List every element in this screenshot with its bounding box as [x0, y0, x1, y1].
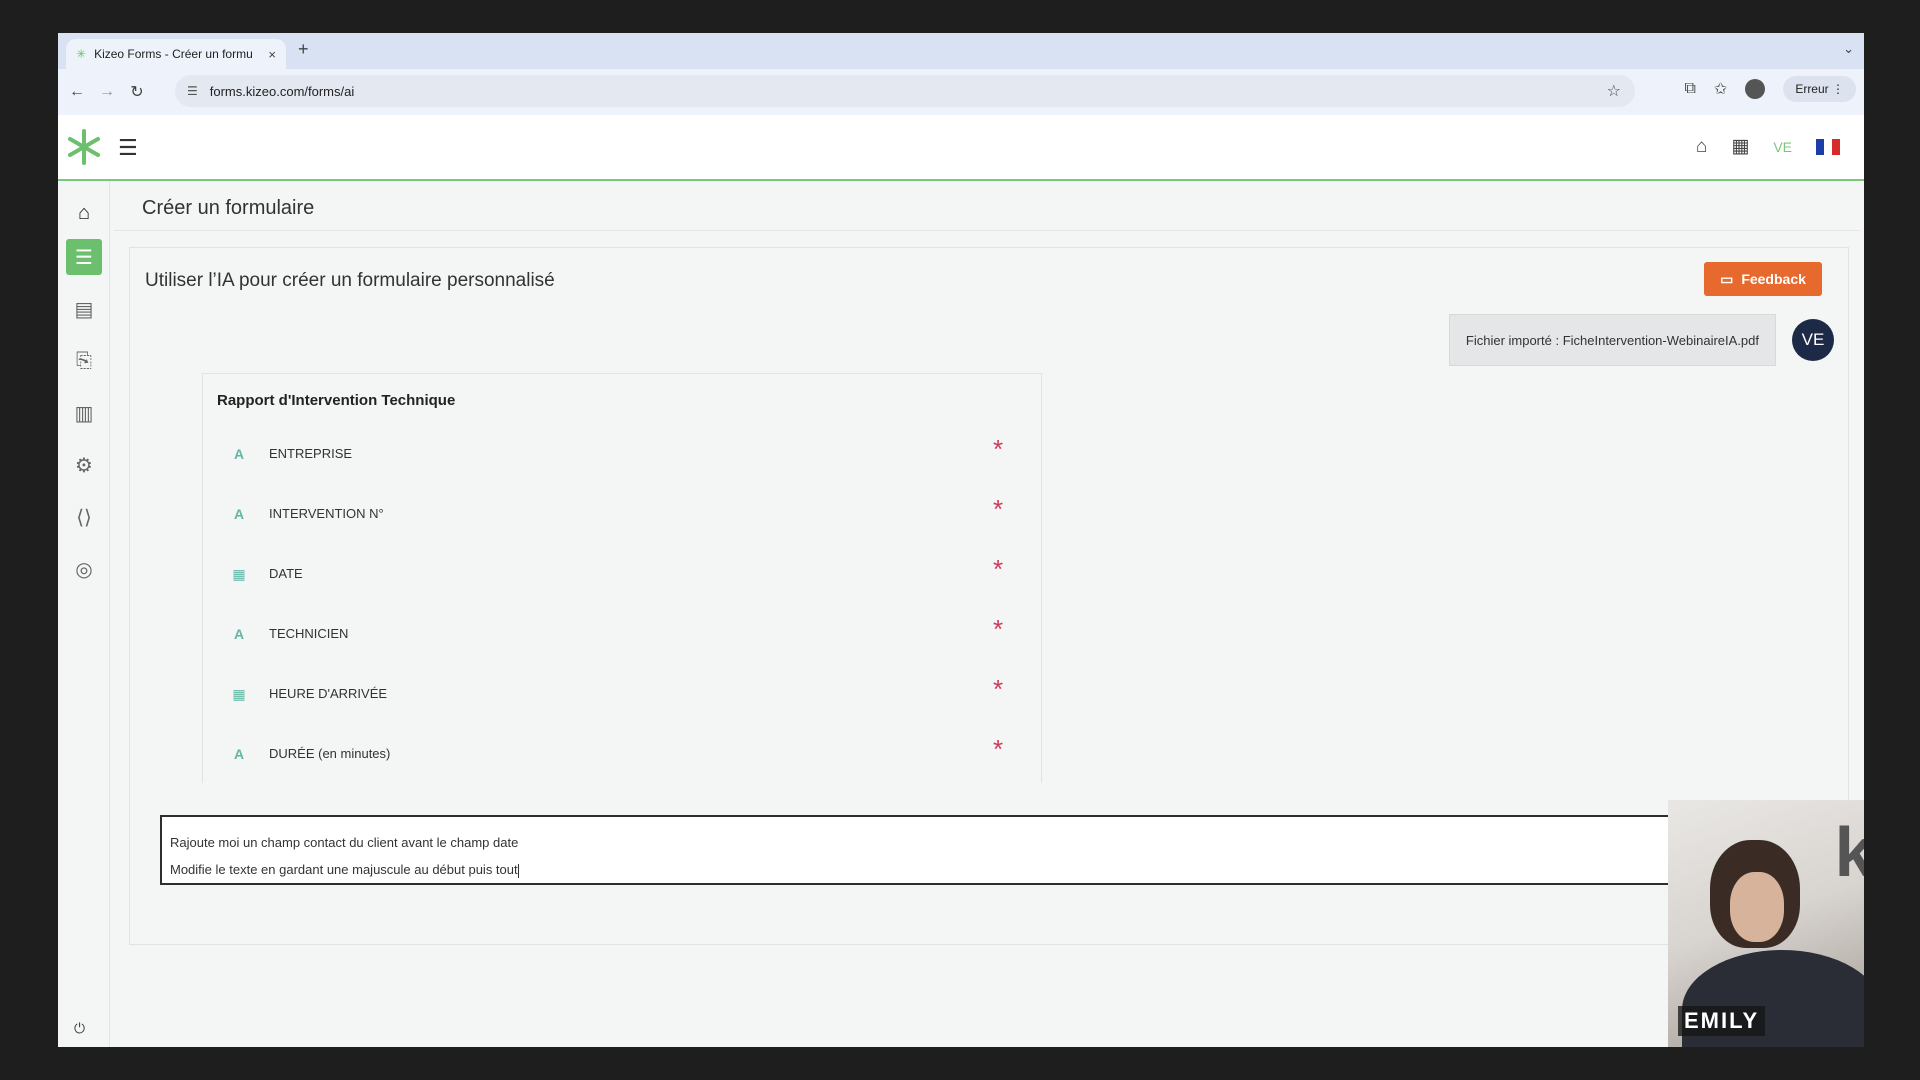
kizeo-logo-icon[interactable]: [64, 127, 104, 167]
required-marker: *: [993, 494, 1004, 524]
document-search-icon[interactable]: ⎘: [66, 343, 102, 379]
presenter-face: [1730, 872, 1784, 942]
settings-icon[interactable]: ⚙: [66, 447, 102, 483]
form-field-row[interactable]: ▦ DATE *: [203, 554, 1041, 594]
tab-search-icon[interactable]: ⌄: [1843, 41, 1854, 57]
kizeo-favicon-icon: ✳: [76, 47, 87, 61]
page-title: Créer un formulaire: [142, 197, 315, 219]
form-name: Rapport d'Intervention Technique: [217, 392, 456, 409]
app-header: ☰ ⌂ ▦ VE: [58, 115, 1864, 181]
france-flag-icon[interactable]: [1816, 138, 1840, 155]
back-icon[interactable]: ←: [62, 83, 92, 101]
webcam-overlay: kiz EMILY: [1668, 800, 1864, 1047]
field-label: TECHNICIEN: [269, 626, 349, 641]
prompt-line: Modifie le texte en gardant une majuscul…: [170, 862, 518, 877]
required-marker: *: [993, 674, 1004, 704]
form-field-row[interactable]: A INTERVENTION N° *: [203, 494, 1041, 534]
close-tab-icon[interactable]: ×: [268, 47, 276, 62]
form-field-row[interactable]: A ENTREPRISE *: [203, 434, 1041, 474]
feedback-button[interactable]: ▭ Feedback: [1704, 262, 1822, 296]
header-actions: ⌂ ▦ VE: [1696, 135, 1840, 158]
page-title-bar: Créer un formulaire: [114, 183, 1860, 231]
profile-avatar-icon[interactable]: [1745, 79, 1766, 99]
required-marker: *: [993, 434, 1004, 464]
site-info-icon[interactable]: ☰: [187, 84, 198, 98]
field-label: DURÉE (en minutes): [269, 746, 391, 761]
field-label: ENTREPRISE: [269, 446, 353, 461]
browser-tab[interactable]: ✳ Kizeo Forms - Créer un formu ×: [66, 39, 286, 69]
browser-toolbar-right: ⧉ ✩ Erreur ⋮: [1684, 76, 1856, 102]
required-marker: *: [993, 614, 1004, 644]
field-label: INTERVENTION N°: [269, 506, 384, 521]
feedback-icon: ▭: [1720, 270, 1734, 287]
browser-window: ✳ Kizeo Forms - Créer un formu × + ⌄ ← →…: [58, 33, 1864, 1047]
text-caret: [517, 863, 519, 878]
sidebar: ⌂ ☰ ▤ ⎘ ▥ ⚙ ⟨⟩ ◎ ⏻: [58, 181, 110, 1047]
text-field-icon: A: [233, 506, 245, 522]
bookmark-star-icon[interactable]: ☆: [1607, 81, 1621, 101]
basket-icon[interactable]: ⌂: [1696, 136, 1707, 158]
prompt-line: Rajoute moi un champ contact du client a…: [170, 835, 519, 850]
required-marker: *: [993, 734, 1004, 764]
profile-error-button[interactable]: Erreur ⋮: [1783, 76, 1856, 102]
form-field-row[interactable]: A DURÉE (en minutes) *: [203, 734, 1041, 774]
stats-icon[interactable]: ▥: [66, 395, 102, 431]
data-list-icon[interactable]: ▤: [66, 291, 102, 327]
url-text: forms.kizeo.com/forms/ai: [209, 83, 355, 99]
card-title: Utiliser l’IA pour créer un formulaire p…: [145, 270, 555, 291]
webcam-background-logo: kiz: [1834, 813, 1864, 891]
tab-title: Kizeo Forms - Créer un formu: [94, 47, 253, 61]
address-bar-row: ← → ↻ ☰ forms.kizeo.com/forms/ai ☆ ⧉ ✩ E…: [58, 69, 1864, 115]
ai-form-card: Utiliser l’IA pour créer un formulaire p…: [129, 247, 1849, 945]
forward-icon[interactable]: →: [92, 83, 122, 101]
tab-strip: ✳ Kizeo Forms - Créer un formu × + ⌄: [58, 33, 1864, 69]
user-icon[interactable]: ◎: [66, 551, 102, 587]
date-field-icon: ▦: [232, 686, 246, 702]
chat-user-avatar: VE: [1792, 319, 1834, 361]
date-field-icon: ▦: [232, 566, 246, 582]
imported-file-text: Fichier importé : FicheIntervention-Webi…: [1465, 332, 1759, 348]
new-tab-button[interactable]: +: [298, 39, 309, 60]
reading-list-icon[interactable]: ✩: [1714, 79, 1727, 99]
presenter-name: EMILY: [1678, 1006, 1766, 1036]
code-icon[interactable]: ⟨⟩: [66, 499, 102, 535]
url-field[interactable]: ☰ forms.kizeo.com/forms/ai ☆: [175, 75, 1635, 107]
field-label: HEURE D'ARRIVÉE: [269, 686, 388, 701]
text-field-icon: A: [233, 746, 245, 762]
ai-prompt-input[interactable]: Rajoute moi un champ contact du client a…: [160, 815, 1800, 885]
form-list-icon[interactable]: ☰: [66, 239, 102, 275]
power-icon[interactable]: ⏻: [74, 1020, 85, 1037]
apps-grid-icon[interactable]: ▦: [1731, 135, 1749, 158]
form-preview: Rapport d'Intervention Technique A ENTRE…: [202, 373, 1042, 783]
menu-icon[interactable]: ☰: [118, 135, 138, 161]
form-field-row[interactable]: ▦ HEURE D'ARRIVÉE *: [203, 674, 1041, 714]
user-initials[interactable]: VE: [1773, 139, 1792, 155]
field-label: DATE: [269, 566, 303, 581]
profile-error-label: Erreur: [1795, 82, 1829, 96]
feedback-label: Feedback: [1741, 271, 1806, 287]
extensions-icon[interactable]: ⧉: [1684, 80, 1695, 98]
text-field-icon: A: [233, 626, 245, 642]
form-field-row[interactable]: A TECHNICIEN *: [203, 614, 1041, 654]
reload-icon[interactable]: ↻: [122, 82, 152, 102]
imported-file-message: Fichier importé : FicheIntervention-Webi…: [1448, 314, 1776, 366]
text-field-icon: A: [233, 446, 245, 462]
home-icon[interactable]: ⌂: [66, 195, 102, 231]
required-marker: *: [993, 554, 1004, 584]
